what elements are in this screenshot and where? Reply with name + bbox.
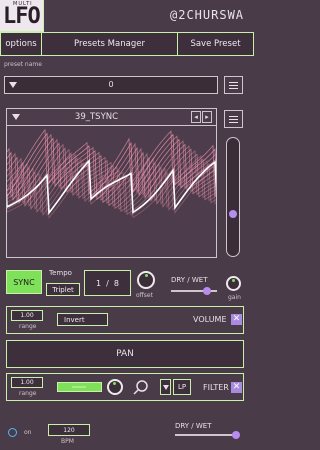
filter-range-label: range [19, 390, 37, 397]
footer-dry-wet-label: DRY / WET [175, 422, 212, 430]
knob-indicator [113, 382, 116, 385]
offset-label: offset [136, 292, 153, 299]
power-icon[interactable] [8, 428, 17, 437]
knob-indicator [232, 279, 235, 282]
next-shape-button[interactable]: ▸ [202, 111, 212, 123]
lfo-shape-panel: 39_TSYNC ◂ ▸ [6, 108, 217, 258]
dry-wet-slider[interactable] [171, 287, 217, 295]
volume-range-label: range [19, 323, 37, 330]
rate-numerator: 1 [96, 278, 102, 288]
logo-big-text: LFO [3, 4, 41, 29]
dry-wet-label: DRY / WET [171, 276, 208, 284]
sync-toggle[interactable]: SYNC [6, 270, 42, 294]
volume-range-value[interactable]: 1.00 [11, 310, 43, 321]
filter-type-dropdown[interactable] [160, 379, 171, 395]
slider-highlight [72, 386, 86, 388]
bpm-label: BPM [61, 438, 74, 445]
gain-label: gain [228, 294, 241, 301]
brand-name: @2CHURSWA [170, 8, 245, 22]
pan-section[interactable]: PAN [6, 340, 244, 368]
filter-cutoff-slider[interactable] [57, 382, 102, 392]
lfo-menu-icon[interactable] [224, 110, 243, 128]
chevron-down-icon [162, 384, 169, 390]
preset-menu-icon[interactable] [224, 76, 243, 94]
preset-value: 0 [108, 80, 114, 89]
filter-link-icon[interactable] [132, 378, 150, 396]
on-label: on [24, 429, 32, 436]
preset-dropdown[interactable]: 0 [4, 76, 218, 94]
tempo-label: Tempo [49, 269, 72, 277]
presets-manager-button[interactable]: Presets Manager [41, 32, 178, 56]
triplet-toggle[interactable]: Triplet [46, 283, 80, 296]
close-icon[interactable]: ✕ [231, 314, 242, 325]
invert-toggle[interactable]: Invert [57, 313, 108, 326]
rate-denominator: 8 [113, 278, 119, 288]
volume-section: 1.00 range Invert VOLUME ✕ [6, 306, 244, 334]
filter-type-value[interactable]: LP [173, 379, 191, 395]
volume-title: VOLUME [193, 315, 227, 324]
offset-knob[interactable] [137, 271, 155, 289]
depth-slider-thumb[interactable] [229, 210, 237, 218]
save-preset-button[interactable]: Save Preset [177, 32, 254, 56]
prev-shape-button[interactable]: ◂ [191, 111, 201, 123]
filter-resonance-knob[interactable] [107, 379, 123, 395]
rate-selector[interactable]: 1 / 8 [84, 270, 131, 296]
footer-dry-wet-slider[interactable] [175, 431, 240, 439]
lfo-shape-name: 39_TSYNC [74, 112, 119, 122]
filter-section: 1.00 range LP FILTER ✕ [6, 373, 244, 401]
close-icon[interactable]: ✕ [231, 382, 242, 393]
options-button[interactable]: options [0, 32, 42, 56]
gain-knob[interactable] [226, 276, 241, 291]
filter-title: FILTER [203, 383, 229, 392]
lfo-shape-selector[interactable]: 39_TSYNC ◂ ▸ [7, 109, 216, 126]
footer-dry-wet-thumb[interactable] [232, 431, 240, 439]
dry-wet-thumb[interactable] [203, 287, 211, 295]
knob-indicator [145, 274, 148, 277]
waveform-trails [7, 128, 216, 219]
preset-name-label: preset name [4, 61, 42, 68]
app-logo: MULTI LFO [0, 0, 44, 32]
filter-range-value[interactable]: 1.00 [11, 377, 43, 388]
depth-slider[interactable] [226, 137, 240, 257]
lfo-waveform-display[interactable] [7, 127, 216, 257]
top-toolbar: options Presets Manager Save Preset [0, 32, 254, 56]
bpm-field[interactable]: 120 [48, 424, 90, 436]
rate-separator: / [106, 278, 109, 288]
